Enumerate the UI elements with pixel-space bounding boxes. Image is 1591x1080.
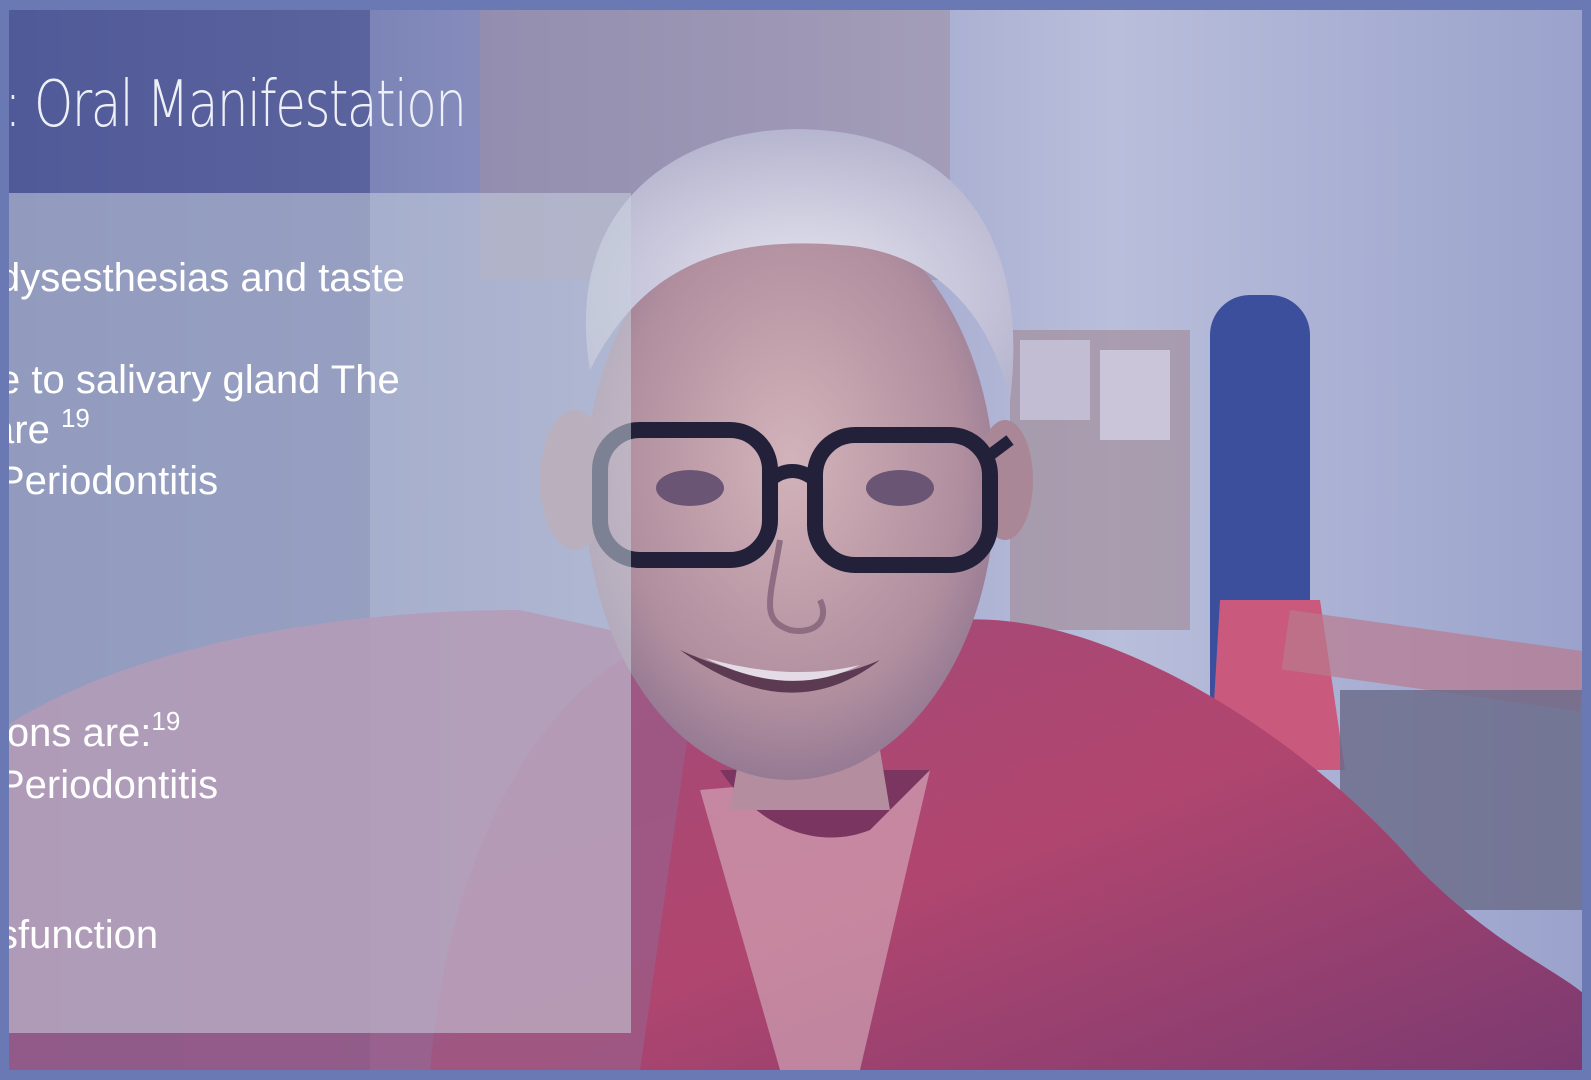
content-panel: dysesthesias and taste e to salivary gla…: [0, 193, 631, 1033]
bullet-line-7: sfunction: [0, 913, 159, 957]
bullet-line-3: are 19: [0, 403, 90, 452]
bullet-line-4: Periodontitis: [0, 459, 219, 503]
bullet-list: dysesthesias and taste e to salivary gla…: [0, 193, 631, 1033]
bullet-line-6: Periodontitis: [0, 763, 219, 807]
bullet-line-1: dysesthesias and taste: [0, 256, 405, 300]
bullet-line-5: ions are:19: [0, 706, 181, 755]
bullet-line-2: e to salivary gland The: [0, 358, 400, 402]
slide-title: s: Oral Manifestation: [0, 68, 467, 142]
